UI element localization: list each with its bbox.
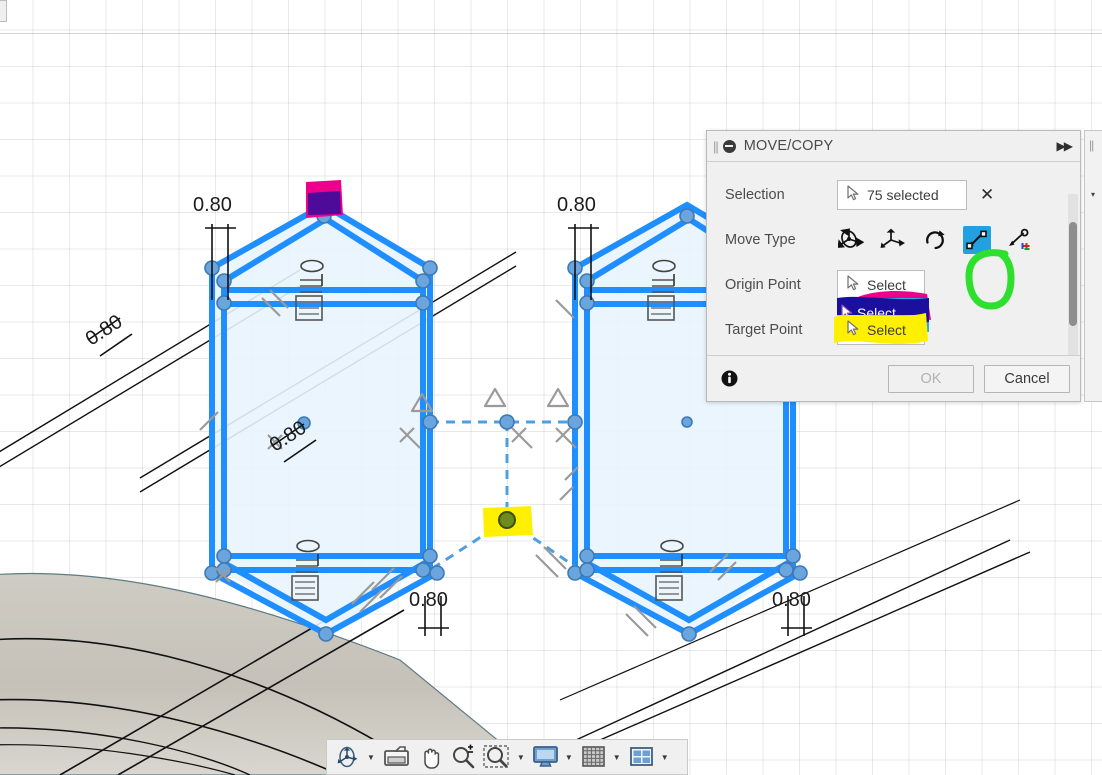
double-chevron-right-icon[interactable]: ▶▶ (1057, 139, 1074, 153)
arrow-cursor-icon (847, 319, 860, 340)
right-dock-panel[interactable]: || ▾ (1084, 130, 1102, 402)
row-selection: Selection 75 selected ✕ (707, 172, 1080, 217)
dialog-title: MOVE/COPY (743, 138, 834, 154)
orbit-icon[interactable] (333, 742, 365, 772)
point-to-point-icon[interactable] (963, 225, 991, 254)
application-window: 0.80 0.80 0.80 0.80 0.80 0.80 || MOVE/CO… (0, 0, 1102, 775)
origin-point-label: Origin Point (725, 276, 801, 293)
look-at-icon[interactable] (379, 742, 415, 772)
navigation-toolbar[interactable]: ▼ ▼ ▼ ▼ ▼ (326, 739, 688, 775)
dimension-label[interactable]: 0.80 (409, 589, 448, 612)
pan-hand-icon[interactable] (415, 742, 447, 772)
cancel-button[interactable]: Cancel (984, 364, 1070, 393)
origin-point-value: Select (867, 276, 906, 293)
row-origin-point: Origin Point Select Select (707, 262, 1080, 332)
arrow-cursor-icon (847, 184, 860, 205)
info-icon[interactable] (721, 370, 738, 387)
row-target-point: Target Point Select (707, 307, 1080, 352)
dialog-scrollbar-thumb[interactable] (1069, 222, 1077, 326)
right-dock-caret-icon[interactable]: ▾ (1085, 152, 1102, 199)
grid-snaps-icon[interactable] (577, 742, 611, 772)
selection-label: Selection (725, 186, 785, 203)
rotate-icon[interactable] (921, 226, 949, 254)
display-settings-caret-icon[interactable]: ▼ (565, 753, 573, 762)
target-point-highlight (483, 506, 533, 537)
free-move-icon[interactable] (837, 226, 865, 254)
dialog-body: Selection 75 selected ✕ Move Type Origin… (707, 162, 1080, 384)
move-type-label: Move Type (725, 231, 796, 248)
selection-field[interactable]: 75 selected (837, 179, 967, 210)
minus-circle-icon[interactable] (722, 139, 736, 153)
dialog-title-bar[interactable]: || MOVE/COPY ▶▶ (707, 131, 1080, 162)
target-point-field[interactable]: Select (834, 312, 928, 345)
move-type-options (837, 225, 1033, 254)
point-to-position-icon[interactable] (1005, 226, 1033, 254)
zoom-window-caret-icon[interactable]: ▼ (517, 753, 525, 762)
zoom-icon[interactable] (447, 742, 479, 772)
grid-snaps-caret-icon[interactable]: ▼ (613, 753, 621, 762)
ok-button[interactable]: OK (888, 364, 974, 393)
sketch-body-left[interactable] (209, 201, 440, 638)
dimension-label[interactable]: 0.80 (557, 194, 596, 217)
target-point-value: Select (867, 321, 906, 338)
viewports-caret-icon[interactable]: ▼ (661, 753, 669, 762)
translate-axis-icon[interactable] (879, 226, 907, 254)
dimension-label[interactable]: 0.80 (772, 589, 811, 612)
dialog-footer: OK Cancel (707, 355, 1080, 401)
move-copy-dialog[interactable]: || MOVE/COPY ▶▶ Selection 75 selected ✕ (706, 130, 1081, 402)
dialog-drag-grip[interactable]: || (713, 139, 719, 154)
target-point-label: Target Point (725, 321, 803, 338)
zoom-window-icon[interactable] (479, 742, 515, 772)
origin-point-field[interactable]: Select (837, 269, 925, 300)
arrow-cursor-icon (847, 274, 860, 295)
construction-geometry[interactable] (429, 420, 581, 572)
clear-selection-icon[interactable]: ✕ (980, 186, 994, 203)
row-move-type: Move Type (707, 217, 1080, 310)
selection-value: 75 selected (867, 186, 939, 203)
viewports-icon[interactable] (625, 742, 659, 772)
origin-point-highlight (306, 180, 343, 218)
orbit-caret-icon[interactable]: ▼ (367, 753, 375, 762)
dimension-label[interactable]: 0.80 (193, 194, 232, 217)
display-settings-icon[interactable] (529, 742, 563, 772)
right-dock-grip[interactable]: || (1085, 131, 1102, 152)
